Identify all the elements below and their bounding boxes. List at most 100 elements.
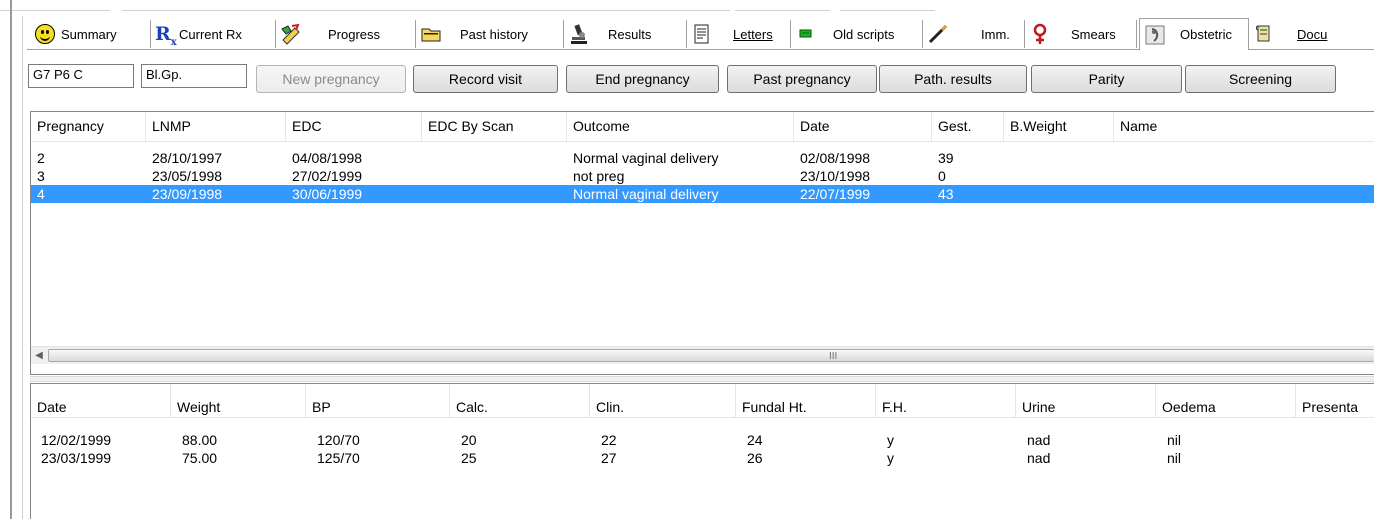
- cell-urine: nad: [1027, 432, 1051, 448]
- column-header-weight[interactable]: Weight: [171, 384, 306, 417]
- cell-oedema: nil: [1167, 432, 1182, 448]
- column-header-date[interactable]: Date: [31, 384, 171, 417]
- cell-name: [1114, 167, 1120, 185]
- column-header-presentation[interactable]: Presenta: [1296, 384, 1374, 417]
- cell-gest: 43: [938, 186, 954, 202]
- column-header-bp[interactable]: BP: [306, 384, 450, 417]
- cell-name: [1114, 149, 1120, 167]
- cell-calc: 25: [461, 450, 477, 466]
- cell-b-weight: [1004, 185, 1010, 203]
- column-header-edc-by-scan[interactable]: EDC By Scan: [422, 112, 567, 141]
- tab-progress[interactable]: Progress: [276, 20, 416, 48]
- end-pregnancy-button[interactable]: End pregnancy: [566, 65, 719, 93]
- cell-fh: y: [887, 450, 894, 466]
- cell-weight: 88.00: [182, 432, 218, 448]
- cell-urine: nad: [1027, 450, 1051, 466]
- scroll-left-arrow-icon[interactable]: ◀: [33, 350, 45, 361]
- tab-label: Results: [608, 26, 652, 42]
- female-symbol-icon: [1029, 23, 1051, 45]
- green-chip-icon: [795, 23, 817, 45]
- window-border-inner: [22, 16, 23, 519]
- table-row[interactable]: 2 28/10/1997 04/08/1998 Normal vaginal d…: [31, 149, 1374, 167]
- blood-group-field[interactable]: Bl.Gp.: [141, 64, 247, 88]
- cell-presentation: [1301, 431, 1307, 449]
- column-header-clin[interactable]: Clin.: [590, 384, 736, 417]
- cell-fundal-ht: 26: [747, 450, 763, 466]
- tab-obstetric[interactable]: Obstetric: [1139, 18, 1249, 50]
- column-header-outcome[interactable]: Outcome: [567, 112, 794, 141]
- cell-bp: 125/70: [317, 450, 360, 466]
- cell-edc: 30/06/1999: [292, 186, 363, 202]
- parity-button[interactable]: Parity: [1031, 65, 1182, 93]
- record-visit-button[interactable]: Record visit: [413, 65, 558, 93]
- tab-label: Smears: [1071, 26, 1116, 42]
- table-row[interactable]: 23/03/1999 75.00 125/70 25 27 26 y nad n…: [31, 449, 1374, 467]
- pregnancy-list-header: Pregnancy LNMP EDC EDC By Scan Outcome D…: [31, 112, 1374, 142]
- table-row[interactable]: 12/02/1999 88.00 120/70 20 22 24 y nad n…: [31, 431, 1374, 449]
- cell-date: 23/10/1998: [800, 168, 871, 184]
- column-header-date[interactable]: Date: [794, 112, 932, 141]
- tab-label: Past history: [460, 26, 528, 42]
- cell-date: 22/07/1999: [800, 186, 871, 202]
- tab-imm[interactable]: Imm.: [923, 20, 1025, 48]
- visits-list[interactable]: Date Weight BP Calc. Clin. Fundal Ht. F.…: [30, 383, 1374, 519]
- column-header-urine[interactable]: Urine: [1016, 384, 1156, 417]
- pane-splitter[interactable]: [30, 376, 1374, 382]
- screening-button[interactable]: Screening: [1185, 65, 1336, 93]
- tab-label: Current Rx: [179, 26, 242, 42]
- tab-smears[interactable]: Smears: [1025, 20, 1137, 48]
- column-header-pregnancy[interactable]: Pregnancy: [31, 112, 146, 141]
- new-pregnancy-button[interactable]: New pregnancy: [256, 65, 406, 93]
- cell-fh: y: [887, 432, 894, 448]
- tab-label: Letters: [733, 26, 773, 42]
- tab-documents[interactable]: Docu: [1249, 20, 1374, 48]
- tab-label: Old scripts: [833, 26, 895, 42]
- cell-gest: 0: [938, 168, 946, 184]
- cell-oedema: nil: [1167, 450, 1182, 466]
- scrollbar-grip: III: [829, 351, 838, 362]
- column-header-gest[interactable]: Gest.: [932, 112, 1004, 141]
- cell-presentation: [1301, 449, 1307, 467]
- scrollbar-thumb[interactable]: III: [48, 349, 1374, 362]
- progress-pencil-icon: [280, 23, 302, 45]
- column-header-edc[interactable]: EDC: [286, 112, 422, 141]
- window-border: [10, 0, 12, 519]
- tab-old-scripts[interactable]: Old scripts: [791, 20, 923, 48]
- column-header-fh[interactable]: F.H.: [876, 384, 1016, 417]
- cell-outcome: not preg: [573, 168, 625, 184]
- tab-label: Imm.: [981, 26, 1010, 42]
- column-header-b-weight[interactable]: B.Weight: [1004, 112, 1114, 141]
- pregnancy-list[interactable]: Pregnancy LNMP EDC EDC By Scan Outcome D…: [30, 111, 1374, 375]
- document-icon: [691, 23, 713, 45]
- path-results-button[interactable]: Path. results: [879, 65, 1027, 93]
- cell-date: 23/03/1999: [41, 450, 112, 466]
- table-row-selected[interactable]: 4 23/09/1998 30/06/1999 Normal vaginal d…: [31, 185, 1374, 203]
- obstetric-icon: [1144, 24, 1166, 46]
- past-pregnancy-button[interactable]: Past pregnancy: [727, 65, 877, 93]
- cell-pregnancy: 3: [37, 168, 45, 184]
- smiley-icon: [35, 24, 55, 44]
- cell-lnmp: 23/05/1998: [152, 168, 223, 184]
- cell-outcome: Normal vaginal delivery: [573, 186, 719, 202]
- parity-summary-field[interactable]: G7 P6 C: [28, 64, 134, 88]
- column-header-fundal-ht[interactable]: Fundal Ht.: [736, 384, 876, 417]
- column-header-calc[interactable]: Calc.: [450, 384, 590, 417]
- tab-results[interactable]: Results: [564, 20, 687, 48]
- cell-b-weight: [1004, 149, 1010, 167]
- table-row[interactable]: 3 23/05/1998 27/02/1999 not preg 23/10/1…: [31, 167, 1374, 185]
- horizontal-scrollbar[interactable]: ◀ III: [31, 346, 1374, 364]
- tab-summary[interactable]: Summary: [31, 20, 151, 48]
- cell-clin: 22: [601, 432, 617, 448]
- tab-letters[interactable]: Letters: [687, 20, 791, 48]
- folder-icon: [420, 23, 442, 45]
- column-header-name[interactable]: Name: [1114, 112, 1374, 141]
- cell-edc-by-scan: [422, 167, 428, 185]
- cell-pregnancy: 4: [37, 186, 45, 202]
- cell-edc-by-scan: [422, 185, 428, 203]
- tab-current-rx[interactable]: Rx Current Rx: [151, 20, 276, 48]
- tab-past-history[interactable]: Past history: [416, 20, 564, 48]
- column-header-lnmp[interactable]: LNMP: [146, 112, 286, 141]
- column-header-oedema[interactable]: Oedema: [1156, 384, 1296, 417]
- cell-clin: 27: [601, 450, 617, 466]
- scroll-icon: [1253, 23, 1275, 45]
